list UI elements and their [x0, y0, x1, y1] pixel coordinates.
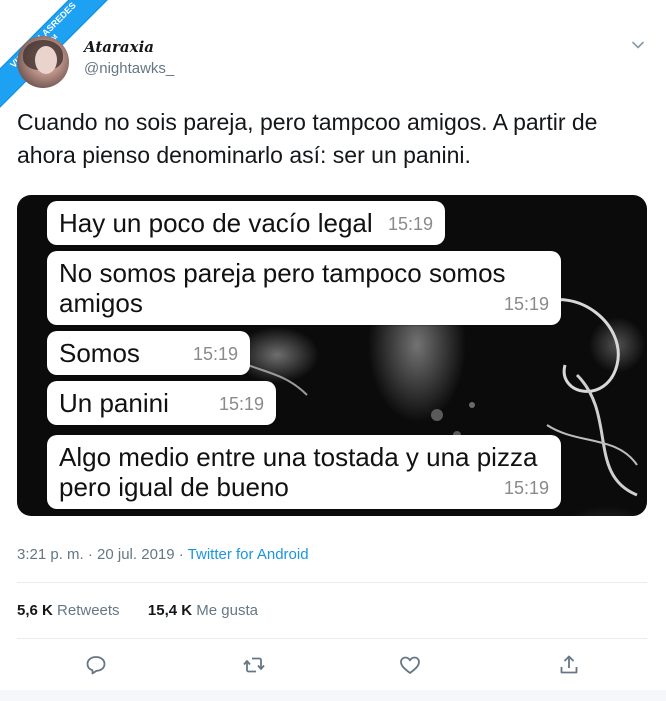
chat-message-time: 15:19 [503, 478, 549, 498]
chat-message-time: 15:19 [218, 394, 264, 414]
tweet-image[interactable]: Hay un poco de vacío legal 15:19 No somo… [17, 195, 647, 516]
tweet-datetime[interactable]: 3:21 p. m. · 20 jul. 2019 · [17, 546, 188, 563]
tweet-source-link[interactable]: Twitter for Android [188, 546, 309, 563]
chat-message-text: Hay un poco de vacío legal [59, 208, 373, 238]
avatar[interactable] [17, 36, 69, 88]
chat-bubble: Algo medio entre una tostada y una pizza… [47, 435, 561, 509]
tweet-card: VISTOENLASREDES .COM Ataraxia @nightawks… [0, 0, 666, 701]
chat-bubble: Un panini 15:19 [47, 381, 276, 425]
chat-bubble: Hay un poco de vacío legal 15:19 [47, 201, 445, 245]
retweets-count: 5,6 K [17, 602, 53, 619]
retweets-label: Retweets [57, 602, 120, 619]
divider [17, 582, 647, 583]
chevron-down-icon[interactable] [631, 38, 645, 52]
divider [17, 638, 647, 639]
user-handle[interactable]: @nightawks_ [84, 60, 174, 77]
likes-label: Me gusta [196, 602, 258, 619]
retweets-stat[interactable]: 5,6 K Retweets [17, 602, 120, 619]
chat-message-text: Algo medio entre una tostada y una pizza… [59, 442, 538, 502]
chat-message-time: 15:19 [387, 214, 433, 234]
chat-message-time: 15:19 [192, 344, 238, 364]
heart-icon[interactable] [398, 653, 422, 677]
likes-stat[interactable]: 15,4 K Me gusta [148, 602, 258, 619]
tweet-actions [0, 653, 666, 679]
tweet-meta: 3:21 p. m. · 20 jul. 2019 · Twitter for … [17, 546, 309, 563]
retweet-icon[interactable] [242, 653, 266, 677]
card-bottom-edge [0, 690, 666, 701]
reply-icon[interactable] [84, 653, 108, 677]
display-name[interactable]: Ataraxia [84, 38, 154, 56]
share-icon[interactable] [557, 653, 581, 677]
chat-message-time: 15:19 [503, 294, 549, 314]
chat-bubble: Somos 15:19 [47, 331, 250, 375]
likes-count: 15,4 K [147, 602, 193, 619]
tweet-stats: 5,6 K Retweets 15,4 K Me gusta [17, 602, 258, 619]
chat-message-text: No somos pareja pero tampoco somos amigo… [59, 258, 506, 318]
chat-bubble: No somos pareja pero tampoco somos amigo… [47, 251, 561, 325]
tweet-text: Cuando no sois pareja, pero tampcoo amig… [17, 109, 598, 168]
